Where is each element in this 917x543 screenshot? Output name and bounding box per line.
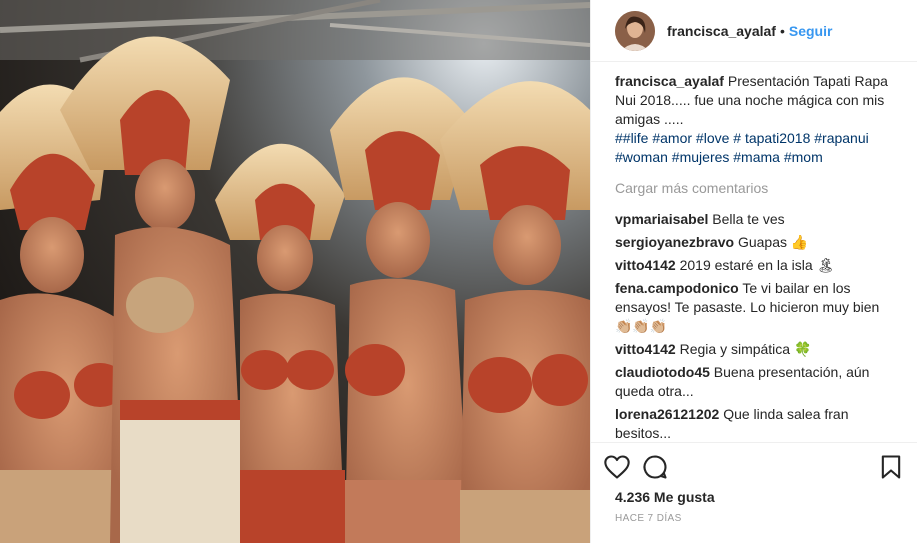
comment-username[interactable]: vitto4142 [615,341,676,357]
header-separator: • [779,22,785,39]
bookmark-icon[interactable] [877,453,905,481]
caption: francisca_ayalaf Presentación Tapati Rap… [615,72,897,167]
comment-text: Guapas 👍 [737,234,809,250]
comment-username[interactable]: fena.campodonico [615,280,739,296]
post-photo[interactable] [0,0,590,543]
comment-item: fena.campodonico Te vi bailar en los ens… [615,279,897,336]
post-timestamp: HACE 7 DÍAS [615,513,682,524]
comment-text: Bella te ves [712,211,785,227]
heart-outline-icon[interactable] [603,453,631,481]
comment-item: sergioyanezbravo Guapas 👍 [615,233,897,252]
comment-item: vitto4142 2019 estaré en la isla 🏝 [615,256,897,275]
header-username[interactable]: francisca_ayalaf [667,23,776,39]
comment-text: 2019 estaré en la isla 🏝 [679,257,835,273]
comment-username[interactable]: sergioyanezbravo [615,234,734,250]
comment-username[interactable]: vitto4142 [615,257,676,273]
instagram-post: francisca_ayalaf • Seguir francisca_ayal… [0,0,917,543]
post-sidebar: francisca_ayalaf • Seguir francisca_ayal… [590,0,917,543]
avatar[interactable] [615,10,655,51]
comment-username[interactable]: lorena26121202 [615,406,719,422]
comment-item: vitto4142 Regia y simpática 🍀 [615,340,897,359]
post-actions: 4.236 Me gusta HACE 7 DÍAS [591,442,917,543]
comments-section: francisca_ayalaf Presentación Tapati Rap… [615,72,897,447]
caption-hashtags[interactable]: ##life #amor #love # tapati2018 #rapanui… [615,129,897,167]
dancer-5 [440,81,590,543]
dancers-illustration [0,0,590,543]
avatar-image [615,10,655,51]
likes-count[interactable]: 4.236 Me gusta [615,489,715,505]
comment-item: lorena26121202 Que linda salea fran besi… [615,405,897,443]
post-header: francisca_ayalaf • Seguir [591,0,917,62]
comment-text: Regia y simpática 🍀 [679,341,812,357]
comment-item: vpmariaisabel Bella te ves [615,210,897,229]
comment-item: claudiotodo45 Buena presentación, aún qu… [615,363,897,401]
comment-username[interactable]: claudiotodo45 [615,364,710,380]
comment-username[interactable]: vpmariaisabel [615,211,708,227]
follow-button[interactable]: Seguir [789,23,833,39]
caption-username[interactable]: francisca_ayalaf [615,73,724,89]
load-more-comments-button[interactable]: Cargar más comentarios [615,179,897,198]
speech-bubble-icon[interactable] [641,453,669,481]
